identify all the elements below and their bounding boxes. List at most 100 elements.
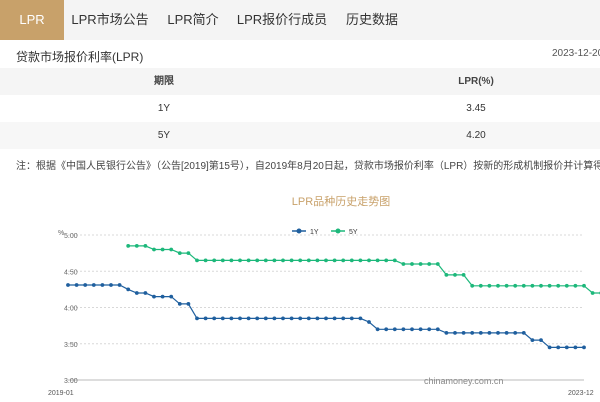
data-point-5y[interactable] [263, 258, 268, 263]
data-point-1y[interactable] [453, 331, 457, 335]
data-point-1y[interactable] [74, 283, 79, 287]
data-point-1y[interactable] [91, 283, 96, 287]
data-point-5y[interactable] [220, 258, 225, 263]
data-point-1y[interactable] [83, 283, 88, 287]
data-point-5y[interactable] [315, 258, 320, 263]
data-point-1y[interactable] [496, 331, 500, 335]
data-point-1y[interactable] [238, 316, 242, 321]
data-point-1y[interactable] [117, 283, 122, 287]
data-point-1y[interactable] [556, 345, 561, 350]
data-point-1y[interactable] [212, 316, 217, 321]
data-point-5y[interactable] [367, 258, 371, 263]
data-point-1y[interactable] [272, 316, 277, 321]
data-point-1y[interactable] [427, 327, 432, 332]
data-point-1y[interactable] [513, 331, 518, 335]
data-point-1y[interactable] [332, 316, 337, 321]
data-point-1y[interactable] [392, 327, 397, 332]
data-point-1y[interactable] [435, 327, 440, 332]
data-point-5y[interactable] [504, 283, 509, 288]
tab-quoting-banks[interactable]: LPR报价行成员 [230, 0, 334, 40]
data-point-5y[interactable] [349, 258, 354, 263]
data-point-1y[interactable] [521, 331, 526, 335]
data-point-1y[interactable] [444, 331, 449, 335]
data-point-5y[interactable] [564, 283, 569, 288]
data-point-5y[interactable] [435, 262, 440, 266]
data-point-1y[interactable] [263, 316, 268, 321]
data-point-5y[interactable] [332, 258, 337, 263]
tab-lpr-announcement[interactable]: LPR市场公告 [64, 0, 156, 40]
data-point-1y[interactable] [470, 331, 475, 335]
data-point-5y[interactable] [134, 244, 139, 248]
data-point-5y[interactable] [229, 258, 234, 263]
data-point-1y[interactable] [298, 316, 303, 321]
data-point-1y[interactable] [418, 327, 423, 332]
data-point-1y[interactable] [358, 316, 363, 321]
data-point-5y[interactable] [461, 273, 466, 277]
data-point-1y[interactable] [547, 345, 552, 350]
data-point-1y[interactable] [410, 327, 414, 332]
data-point-1y[interactable] [582, 345, 586, 350]
data-point-5y[interactable] [152, 247, 156, 252]
data-point-1y[interactable] [487, 331, 492, 335]
data-point-5y[interactable] [573, 283, 578, 288]
data-point-1y[interactable] [203, 316, 208, 321]
data-point-1y[interactable] [539, 338, 543, 342]
data-point-1y[interactable] [246, 316, 251, 321]
data-point-1y[interactable] [367, 320, 371, 324]
data-point-5y[interactable] [160, 247, 165, 252]
data-point-1y[interactable] [504, 331, 509, 335]
data-point-5y[interactable] [410, 262, 414, 266]
data-point-1y[interactable] [143, 291, 148, 295]
data-point-5y[interactable] [255, 258, 260, 263]
data-point-1y[interactable] [384, 327, 389, 332]
data-point-1y[interactable] [375, 327, 380, 332]
data-point-5y[interactable] [521, 283, 526, 288]
data-point-1y[interactable] [177, 302, 182, 306]
data-point-1y[interactable] [126, 287, 131, 292]
data-point-5y[interactable] [177, 251, 182, 255]
data-point-1y[interactable] [401, 327, 406, 332]
data-point-5y[interactable] [444, 273, 449, 277]
data-point-5y[interactable] [539, 283, 543, 288]
data-point-5y[interactable] [358, 258, 363, 263]
data-point-5y[interactable] [470, 283, 475, 288]
data-point-1y[interactable] [530, 338, 535, 342]
data-point-5y[interactable] [143, 244, 148, 248]
data-point-1y[interactable] [281, 316, 285, 321]
data-point-5y[interactable] [418, 262, 423, 266]
data-point-5y[interactable] [298, 258, 303, 263]
data-point-5y[interactable] [582, 283, 586, 288]
tab-history-data[interactable]: 历史数据 [334, 0, 410, 40]
data-point-5y[interactable] [324, 258, 328, 263]
data-point-5y[interactable] [281, 258, 285, 263]
data-point-1y[interactable] [186, 302, 191, 306]
data-point-1y[interactable] [152, 294, 156, 299]
data-point-5y[interactable] [238, 258, 242, 263]
data-point-1y[interactable] [324, 316, 328, 321]
data-point-5y[interactable] [392, 258, 397, 263]
tab-lpr[interactable]: LPR [0, 0, 64, 40]
data-point-5y[interactable] [195, 258, 199, 263]
data-point-1y[interactable] [100, 283, 105, 287]
data-point-5y[interactable] [272, 258, 277, 263]
data-point-1y[interactable] [461, 331, 466, 335]
data-point-1y[interactable] [478, 331, 483, 335]
data-point-1y[interactable] [169, 294, 174, 299]
data-point-5y[interactable] [487, 283, 492, 288]
data-point-5y[interactable] [496, 283, 500, 288]
data-point-5y[interactable] [246, 258, 251, 263]
data-point-5y[interactable] [203, 258, 208, 263]
data-point-1y[interactable] [66, 283, 70, 287]
data-point-5y[interactable] [126, 244, 131, 248]
data-point-5y[interactable] [384, 258, 389, 263]
data-point-5y[interactable] [341, 258, 346, 263]
data-point-1y[interactable] [195, 316, 199, 321]
data-point-1y[interactable] [573, 345, 578, 350]
data-point-5y[interactable] [169, 247, 174, 252]
data-point-5y[interactable] [513, 283, 518, 288]
data-point-5y[interactable] [556, 283, 561, 288]
data-point-1y[interactable] [220, 316, 225, 321]
data-point-1y[interactable] [134, 291, 139, 295]
data-point-5y[interactable] [306, 258, 311, 263]
data-point-1y[interactable] [349, 316, 354, 321]
